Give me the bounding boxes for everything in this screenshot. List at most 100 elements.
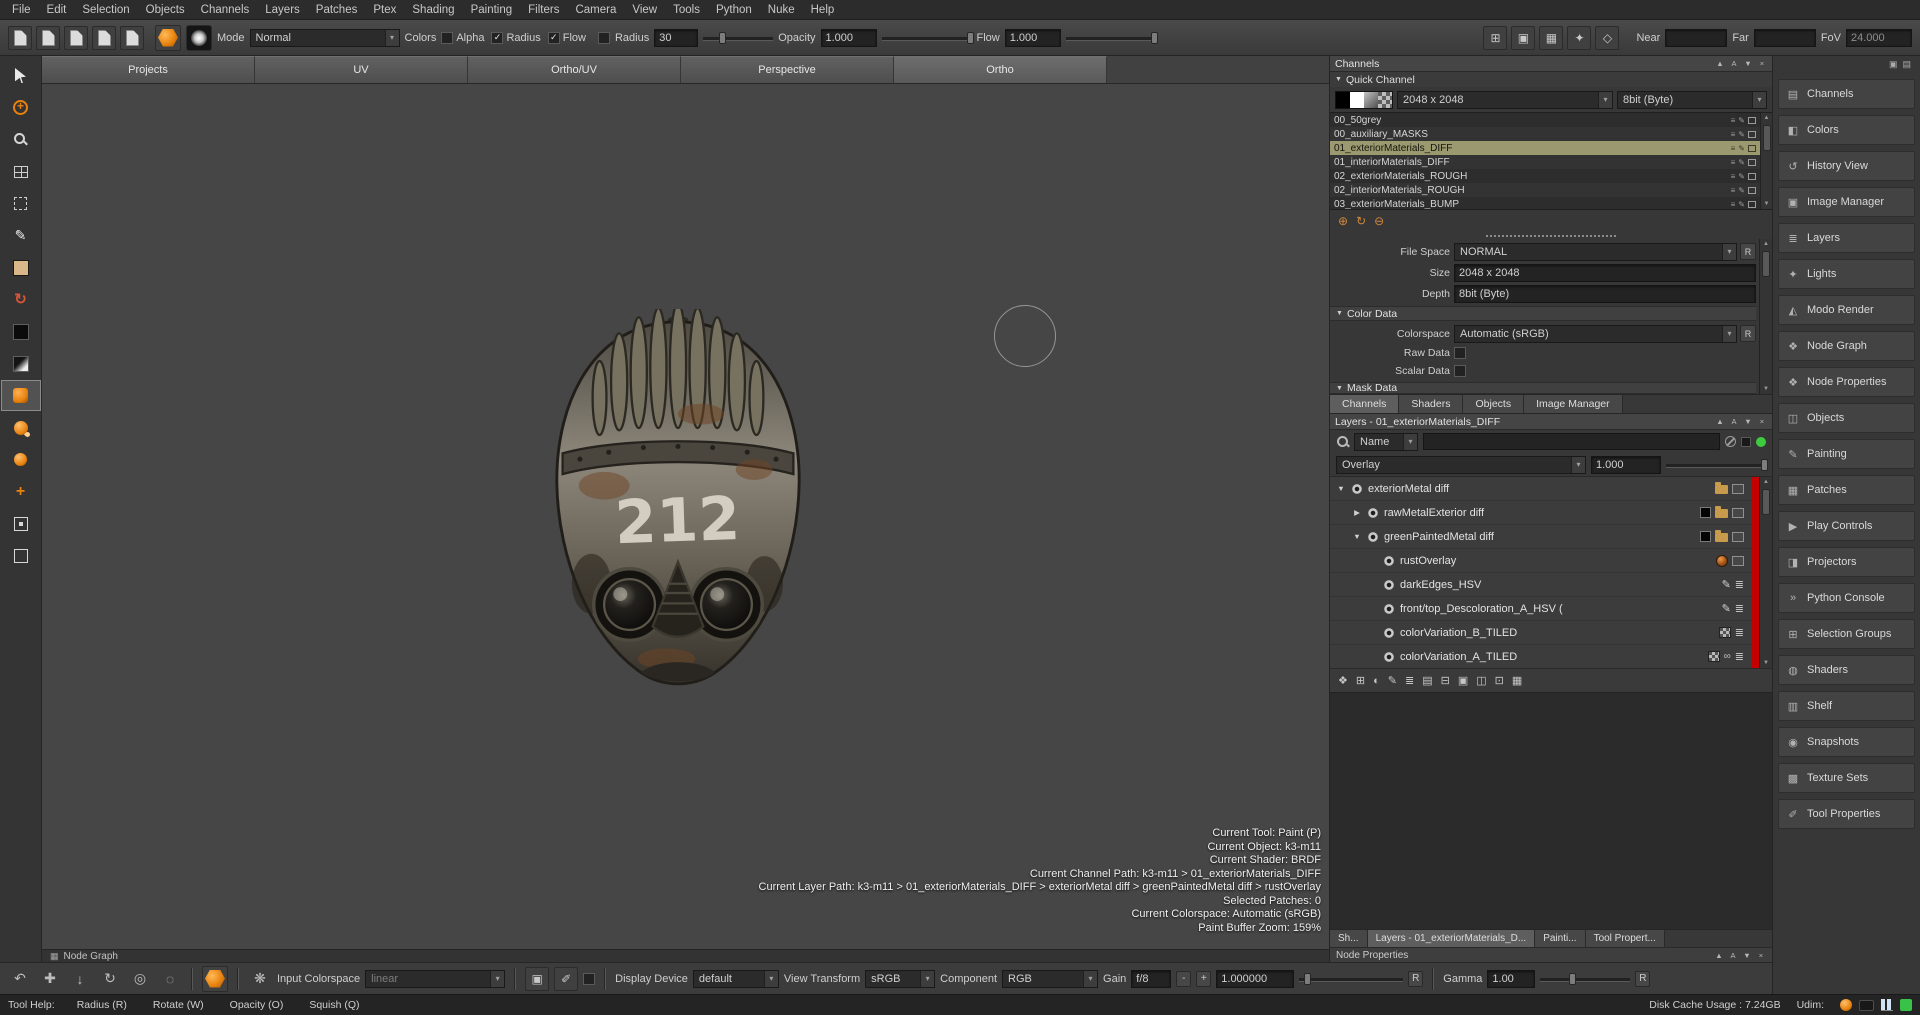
radius-toggle-checkbox[interactable] <box>598 32 610 44</box>
add-layer-icon[interactable]: ❖ <box>1338 674 1348 687</box>
channel-list-scrollbar[interactable]: ▲ ▼ <box>1760 113 1772 209</box>
layer-visibility-icon[interactable] <box>1367 531 1379 543</box>
paint-buffer-toggle-icon[interactable]: ▣ <box>1511 26 1535 50</box>
import-icon[interactable] <box>92 26 116 50</box>
close-palette-icon[interactable]: × <box>1756 951 1766 960</box>
flow-field[interactable]: 1.000 <box>1005 29 1061 47</box>
radius-checkbox[interactable]: ✓ <box>491 32 503 44</box>
palette-button-texture-sets[interactable]: ▩Texture Sets <box>1778 763 1915 793</box>
colorspace-gear-icon[interactable]: ❋ <box>248 967 272 991</box>
slider-thumb[interactable] <box>1569 973 1576 985</box>
brush-tip-preview[interactable] <box>186 25 212 51</box>
opacity-slider[interactable] <box>882 31 972 45</box>
menu-camera[interactable]: Camera <box>567 0 624 20</box>
panel-tab-channels[interactable]: Channels <box>1330 395 1399 413</box>
layer-amount-field[interactable]: 1.000 <box>1591 456 1661 474</box>
save-project-icon[interactable] <box>64 26 88 50</box>
palette-tab-tool-propert[interactable]: Tool Propert... <box>1586 930 1665 947</box>
reset-colorspace-button[interactable]: R <box>1740 325 1756 342</box>
close-palette-icon[interactable]: × <box>1757 417 1767 426</box>
layer-filter-input[interactable] <box>1423 433 1720 450</box>
layer-visibility-icon[interactable] <box>1351 483 1363 495</box>
add-selection-tool[interactable] <box>2 93 40 122</box>
unpin-palette-icon[interactable]: ▼ <box>1742 951 1752 960</box>
properties-scrollbar[interactable]: ▲ ▼ <box>1759 239 1772 394</box>
slider-thumb[interactable] <box>1761 459 1768 471</box>
menu-selection[interactable]: Selection <box>74 0 137 20</box>
layer-visibility-icon[interactable] <box>1383 651 1395 663</box>
cache-layer-icon[interactable]: ▣ <box>1458 674 1468 687</box>
viewport-3d[interactable]: 212 Current Tool: Paint (P)Current Objec… <box>42 84 1329 949</box>
gamma-slider[interactable] <box>1540 972 1630 986</box>
raw-data-checkbox[interactable] <box>1454 347 1466 359</box>
node-graph-quick-button[interactable] <box>202 966 228 992</box>
layer-row[interactable]: front/top_Descoloration_A_HSV ( <box>1330 597 1772 621</box>
panel-tab-objects[interactable]: Objects <box>1463 395 1524 413</box>
palette-tab-sh[interactable]: Sh... <box>1330 930 1368 947</box>
component-dropdown[interactable]: RGB▾ <box>1002 970 1098 988</box>
slider-thumb[interactable] <box>719 32 726 44</box>
layer-row[interactable]: ▼greenPaintedMetal diff <box>1330 525 1772 549</box>
panel-tab-shaders[interactable]: Shaders <box>1399 395 1463 413</box>
snapshot-channel-icon[interactable]: ⊕ <box>1338 214 1348 228</box>
view-tab-ortho[interactable]: Ortho <box>894 56 1107 83</box>
layer-row[interactable]: colorVariation_B_TILED <box>1330 621 1772 645</box>
shelf-layer-icon[interactable]: ▤ <box>1422 674 1432 687</box>
mode-dropdown[interactable]: Normal▾ <box>250 29 400 47</box>
quick-channel-header[interactable]: ▼ Quick Channel <box>1330 72 1772 87</box>
menu-edit[interactable]: Edit <box>39 0 75 20</box>
share-channel-icon[interactable]: ⊖ <box>1374 214 1384 228</box>
lock-layer-icon[interactable]: ⊡ <box>1495 674 1504 687</box>
gain-slider[interactable] <box>1299 972 1403 986</box>
layer-row[interactable]: ▶rawMetalExterior diff <box>1330 501 1772 525</box>
palette-button-history-view[interactable]: ↺History View <box>1778 151 1915 181</box>
projection-grid-icon[interactable]: ⊞ <box>1483 26 1507 50</box>
view-tab-projects[interactable]: Projects <box>42 56 255 83</box>
select-tool[interactable] <box>2 61 40 90</box>
towards-tool[interactable] <box>2 541 40 570</box>
pin-palette-icon[interactable]: ▲ <box>1714 951 1724 960</box>
scroll-thumb[interactable] <box>1762 489 1770 515</box>
zoom-tool[interactable] <box>2 125 40 154</box>
paint-tool[interactable] <box>2 381 40 410</box>
add-adjustment-icon[interactable]: ◐ <box>1373 675 1380 687</box>
display-device-dropdown[interactable]: default▾ <box>693 970 779 988</box>
remove-layer-icon[interactable]: ⊟ <box>1441 674 1450 687</box>
quick-channel-swatches[interactable] <box>1335 91 1393 109</box>
palette-button-play-controls[interactable]: ▶Play Controls <box>1778 511 1915 541</box>
gray-swatch[interactable] <box>1364 92 1378 108</box>
layer-row[interactable]: colorVariation_A_TILED <box>1330 645 1772 668</box>
channel-row[interactable]: 03_exteriorMaterials_BUMP≡✎ <box>1330 197 1760 210</box>
depth-dropdown[interactable]: 8bit (Byte)▾ <box>1617 91 1767 109</box>
menu-filters[interactable]: Filters <box>520 0 567 20</box>
slider-thumb[interactable] <box>1304 973 1311 985</box>
add-group-icon[interactable]: ⊞ <box>1356 674 1365 687</box>
paint-buffer-edit-icon[interactable]: ▣ <box>525 967 549 991</box>
reset-gamma-button[interactable]: R <box>1635 971 1650 987</box>
paint-brush-tool[interactable] <box>2 221 40 250</box>
mask-data-section-header[interactable]: ▼ Mask Data <box>1330 382 1756 394</box>
node-graph-bar[interactable]: ▦ Node Graph <box>42 949 1329 962</box>
export-icon[interactable] <box>120 26 144 50</box>
view-transform-dropdown[interactable]: sRGB▾ <box>865 970 935 988</box>
pan-view-icon[interactable]: ✚ <box>38 967 62 991</box>
open-project-icon[interactable] <box>36 26 60 50</box>
merge-layers-icon[interactable]: ≣ <box>1405 674 1414 687</box>
palette-button-projectors[interactable]: ◨Projectors <box>1778 547 1915 577</box>
layer-expander-icon[interactable]: ▼ <box>1336 484 1346 493</box>
palette-font-icon[interactable]: A <box>1729 59 1739 68</box>
menu-file[interactable]: File <box>4 0 39 20</box>
clear-filter-icon[interactable] <box>1725 436 1736 447</box>
palette-button-shaders[interactable]: ◍Shaders <box>1778 655 1915 685</box>
layer-expander-icon[interactable]: ▼ <box>1352 532 1362 541</box>
node-properties-bar[interactable]: Node Properties ▲A▼× <box>1330 947 1772 962</box>
palette-button-node-graph[interactable]: ❖Node Graph <box>1778 331 1915 361</box>
paint-through-tool[interactable] <box>2 285 40 314</box>
resolution-dropdown[interactable]: 2048 x 2048▾ <box>1397 91 1613 109</box>
smear-tool[interactable] <box>2 445 40 474</box>
brush-preset-button[interactable] <box>155 25 181 51</box>
unpin-palette-icon[interactable]: ▼ <box>1743 59 1753 68</box>
radius-slider[interactable] <box>703 31 773 45</box>
blend-mode-dropdown[interactable]: Overlay▾ <box>1336 456 1586 474</box>
view-tab-perspective[interactable]: Perspective <box>681 56 894 83</box>
